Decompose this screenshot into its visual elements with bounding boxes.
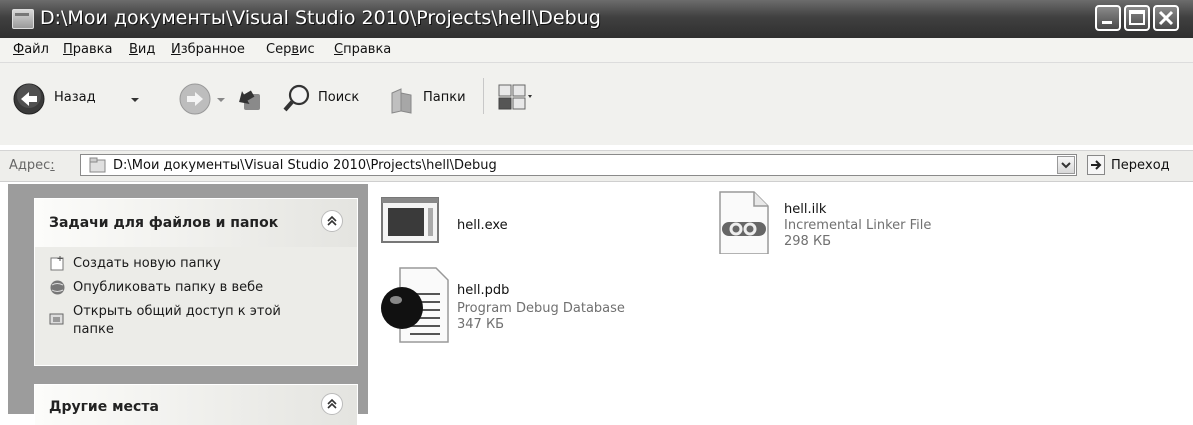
menu-favorites[interactable]: Избранное (171, 42, 245, 57)
file-name: hell.pdb (457, 283, 510, 298)
folders-button[interactable]: Папки (389, 80, 479, 120)
chevron-down-icon (131, 98, 139, 102)
views-icon (498, 84, 532, 110)
address-bar: Адрес: D:\Мои документы\Visual Studio 20… (0, 150, 1193, 182)
share-folder-icon (49, 313, 64, 325)
close-icon (1158, 10, 1174, 26)
other-places-panel: Другие места (34, 384, 358, 425)
go-button[interactable] (1087, 155, 1105, 175)
file-tasks-header[interactable]: Задачи для файлов и папок (35, 199, 357, 247)
window-title: D:\Мои документы\Visual Studio 2010\Proj… (40, 7, 601, 29)
minimize-button[interactable] (1095, 5, 1121, 31)
menu-tools[interactable]: Сервис (266, 42, 315, 57)
address-label: Адрес: (9, 158, 55, 173)
up-folder-icon (239, 90, 260, 110)
search-icon (283, 84, 310, 112)
maximize-button[interactable] (1124, 5, 1150, 31)
file-size: 298 КБ (784, 234, 832, 249)
chevron-down-icon (1061, 162, 1071, 169)
chevron-down-icon (217, 98, 225, 102)
address-path: D:\Мои документы\Visual Studio 2010\Proj… (113, 158, 497, 173)
other-places-title: Другие места (49, 399, 159, 415)
close-button[interactable] (1153, 5, 1179, 31)
debug-database-icon (381, 267, 449, 343)
new-folder-icon (50, 256, 64, 271)
file-tasks-panel: Задачи для файлов и папок Создать новую … (34, 198, 358, 366)
forward-arrow-icon (179, 83, 211, 115)
file-list: hell.exe hell.ilk Incremental Linker Fil… (368, 184, 1193, 414)
chevron-up-icon (327, 215, 337, 226)
toolbar-separator (483, 78, 484, 114)
chevron-up-icon (327, 398, 337, 409)
collapse-button[interactable] (321, 210, 343, 232)
file-name: hell.ilk (784, 202, 827, 217)
back-arrow-icon (13, 83, 45, 115)
arrow-right-icon (1091, 160, 1102, 170)
menu-view[interactable]: Вид (129, 42, 155, 57)
task-new-folder[interactable]: Создать новую папку (49, 255, 329, 275)
explorer-window: D:\Мои документы\Visual Studio 2010\Proj… (0, 0, 1193, 425)
menu-help[interactable]: Справка (334, 42, 391, 57)
task-share-folder[interactable]: Открыть общий доступ к этой папке (49, 303, 349, 343)
other-places-header[interactable]: Другие места (35, 385, 357, 425)
forward-button[interactable] (178, 80, 228, 120)
folder-icon (89, 157, 106, 173)
file-tasks-title: Задачи для файлов и папок (49, 215, 279, 231)
address-dropdown-button[interactable] (1057, 156, 1075, 174)
file-size: 347 КБ (457, 317, 505, 332)
up-folder-button[interactable] (234, 80, 270, 120)
collapse-button[interactable] (321, 393, 343, 415)
linker-file-icon (719, 191, 769, 254)
web-publish-icon (50, 280, 65, 295)
file-name: hell.exe (457, 218, 508, 233)
address-input[interactable]: D:\Мои документы\Visual Studio 2010\Proj… (80, 154, 1077, 176)
file-type: Program Debug Database (457, 301, 625, 316)
go-label[interactable]: Переход (1111, 158, 1170, 173)
menu-file[interactable]: Файл (13, 42, 49, 57)
back-button[interactable]: Назад (12, 80, 162, 120)
minimize-icon (1102, 21, 1112, 24)
tasks-sidebar: Задачи для файлов и папок Создать новую … (8, 184, 368, 425)
menu-edit[interactable]: Правка (63, 42, 112, 57)
file-item[interactable]: hell.pdb Program Debug Database 347 КБ (380, 264, 680, 346)
folder-window-icon (12, 9, 34, 29)
maximize-icon (1129, 10, 1145, 25)
file-item[interactable]: hell.ilk Incremental Linker File 298 КБ (714, 188, 1014, 260)
views-button[interactable] (497, 83, 545, 117)
file-type: Incremental Linker File (784, 218, 932, 233)
title-bar[interactable]: D:\Мои документы\Visual Studio 2010\Proj… (0, 0, 1193, 39)
exe-icon (381, 197, 439, 243)
toolbar: Назад Поиск Папки (0, 63, 1193, 145)
task-publish-web[interactable]: Опубликовать папку в вебе (49, 279, 339, 299)
file-item[interactable]: hell.exe (380, 194, 630, 256)
folders-icon (391, 88, 412, 114)
search-button[interactable]: Поиск (282, 80, 382, 120)
menu-bar: Файл Правка Вид Избранное Сервис Справка (0, 38, 1193, 63)
